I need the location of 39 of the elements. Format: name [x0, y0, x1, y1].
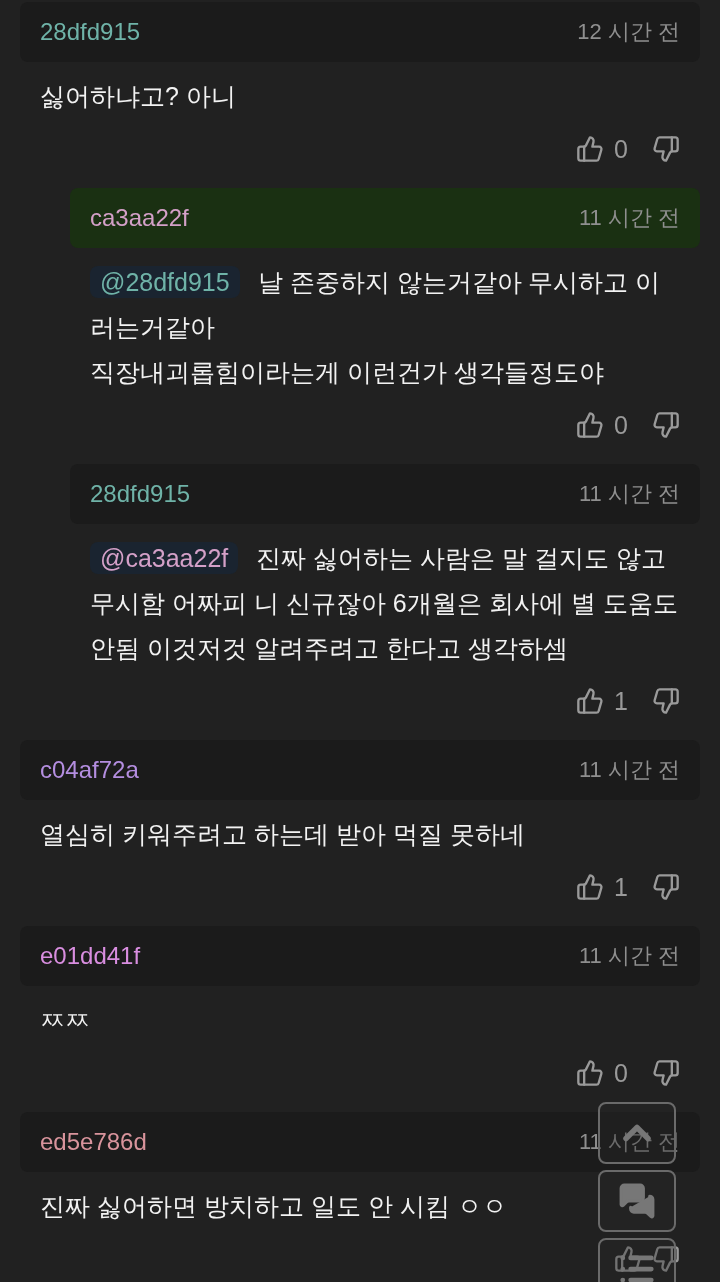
like-count: 0 — [614, 134, 628, 164]
thumbs-down-icon[interactable] — [652, 873, 680, 901]
author-name[interactable]: ed5e786d — [40, 1128, 147, 1156]
author-name[interactable]: c04af72a — [40, 756, 139, 784]
thumbs-up-icon[interactable] — [614, 1245, 642, 1273]
comments-button[interactable] — [598, 1170, 676, 1232]
like-count: 0 — [614, 1058, 628, 1088]
thumbs-up-icon[interactable] — [576, 687, 605, 715]
like-count: 1 — [614, 686, 628, 716]
comment-text: 싫어하냐고? 아니 — [40, 81, 236, 112]
author-name[interactable]: 28dfd915 — [40, 18, 141, 46]
author-name[interactable]: e01dd41f — [40, 942, 141, 970]
thumbs-up-icon[interactable] — [576, 1059, 605, 1087]
comment-time: 11 시간 전 — [578, 942, 680, 970]
thumbs-down-icon[interactable] — [652, 135, 680, 163]
thumbs-down-icon[interactable] — [652, 1245, 680, 1273]
thumbs-down-icon[interactable] — [652, 1059, 680, 1087]
comment-time: 11 시간 전 — [578, 756, 680, 784]
like-count: 0 — [614, 410, 628, 440]
comment-text: 열심히 키워주려고 하는데 받아 먹질 못하네 — [40, 819, 525, 850]
mention-link[interactable]: @ca3aa22f — [90, 542, 239, 574]
thumbs-up-icon[interactable] — [576, 873, 605, 901]
comment-text: ㅉㅉ — [40, 1005, 90, 1036]
thumbs-down-icon[interactable] — [652, 687, 680, 715]
list-button[interactable] — [598, 1238, 676, 1282]
comment-time: 12 시간 전 — [577, 18, 680, 46]
comment-time: 11 시간 전 — [578, 480, 680, 508]
author-name[interactable]: ca3aa22f — [90, 204, 189, 232]
like-count: 1 — [614, 872, 628, 902]
thumbs-down-icon[interactable] — [652, 411, 680, 439]
thumbs-up-icon[interactable] — [576, 135, 605, 163]
comment-text: @ca3aa22f 진짜 싫어하는 사람은 말 걸지도 않고 무시함 어짜피 니 신규잖아 6개월은 회사에 별 도움도 안됨 이것저것 알려주려고 한다고 생각하셈 — [90, 541, 679, 664]
comment-text: @28dfd915 날 존중하지 않는거같아 무시하고 이러는거같아 직장내괴롭힘이라는게 이런건가 생각들정도야 — [90, 265, 662, 388]
mention-link[interactable]: @28dfd915 — [90, 266, 240, 298]
chat-bubbles-icon — [618, 1182, 656, 1220]
comment-text: 진짜 싫어하면 방치하고 일도 안 시킴 ㅇㅇ — [40, 1191, 507, 1222]
comment-time: 11 시간 전 — [578, 204, 680, 232]
thumbs-up-icon[interactable] — [576, 411, 605, 439]
author-name[interactable]: 28dfd915 — [90, 480, 191, 508]
